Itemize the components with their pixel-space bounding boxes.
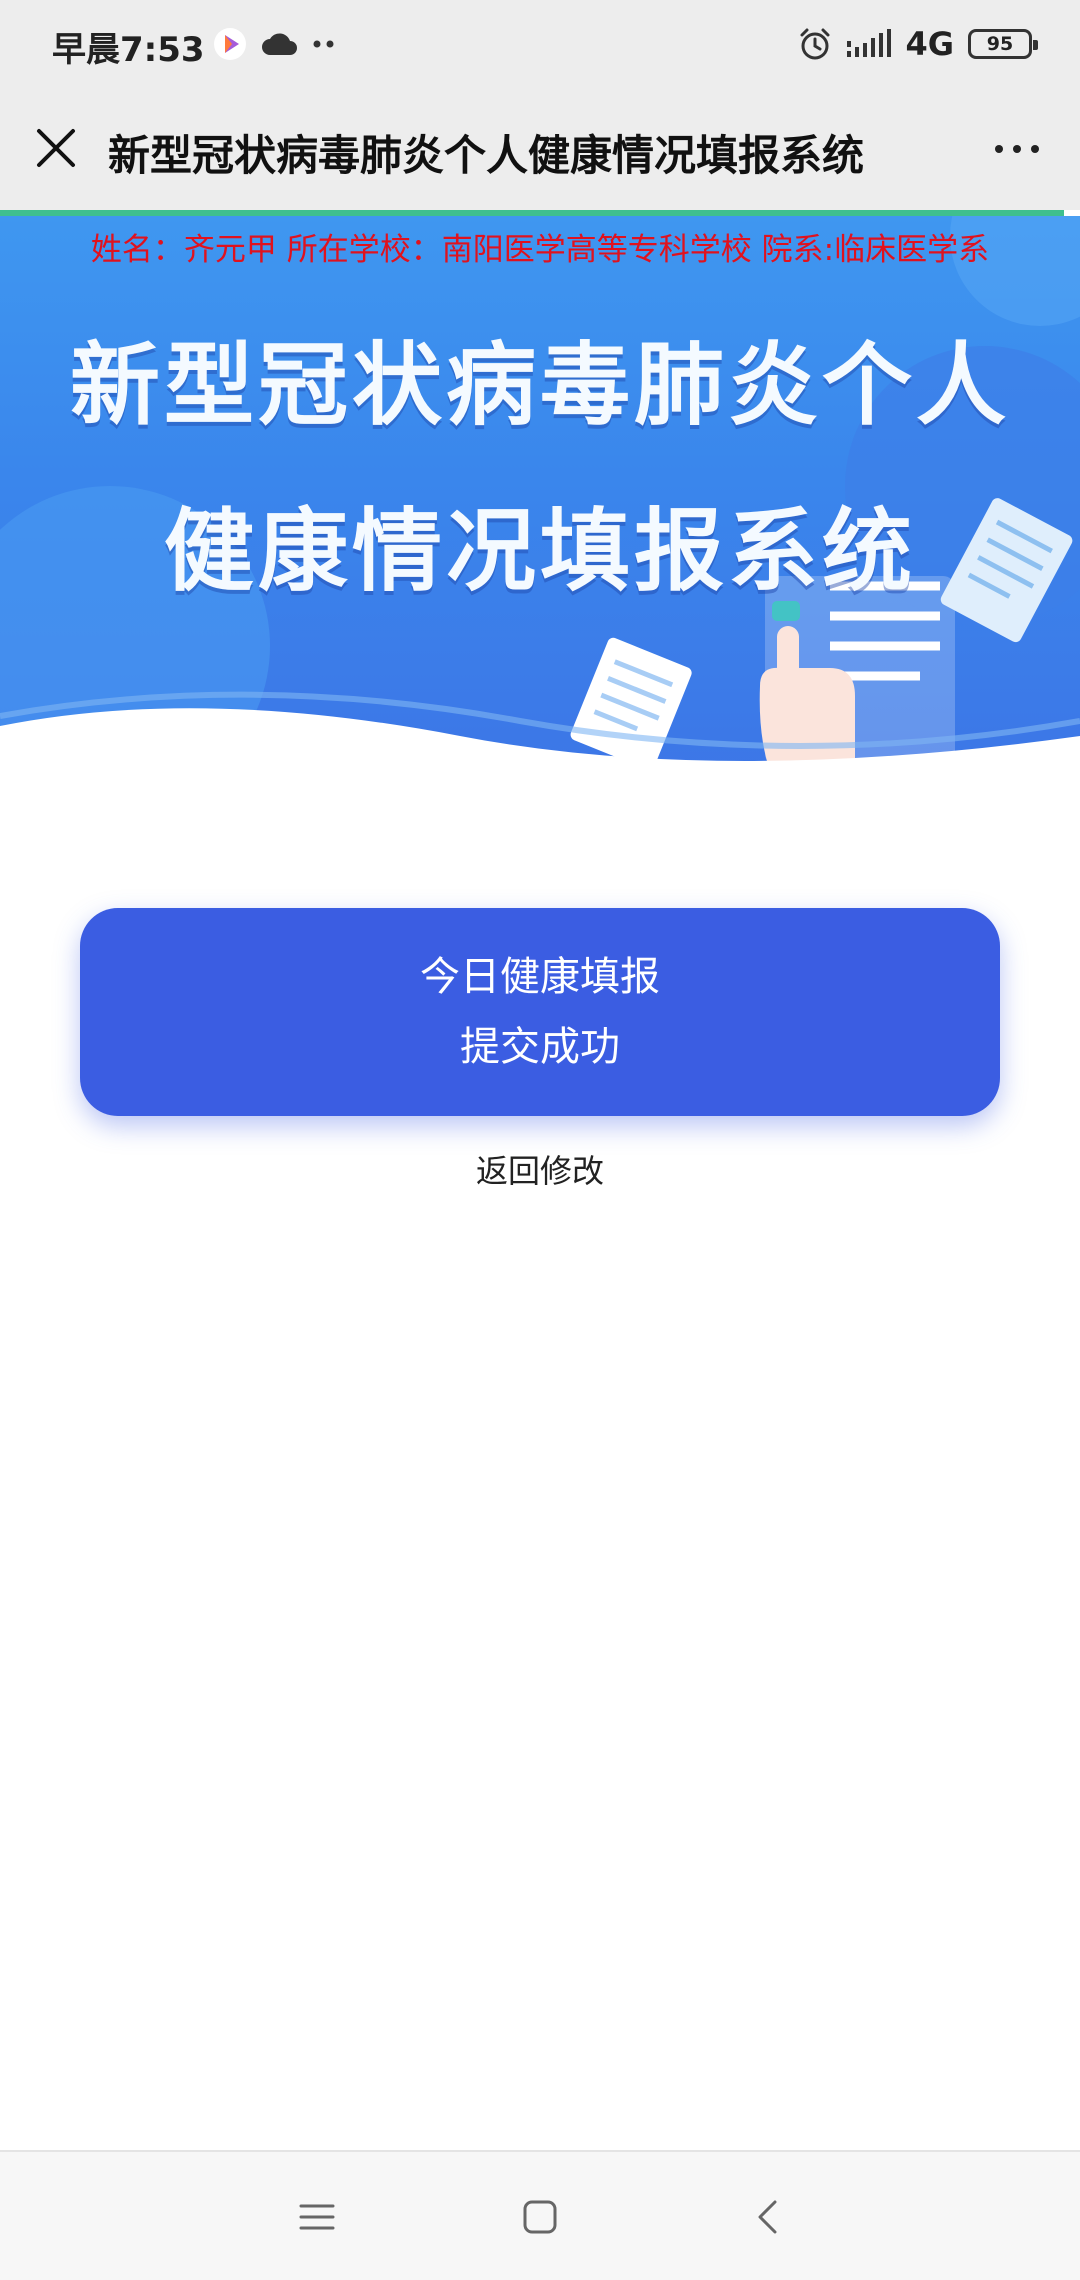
- battery-icon: 95: [968, 29, 1038, 59]
- back-icon: [758, 2200, 777, 2234]
- play-app-icon: [214, 28, 246, 60]
- banner-title-line1: 新型冠状病毒肺炎个人: [70, 333, 1010, 438]
- banner: 姓名：齐元甲 所在学校：南阳医学高等专科学校 院系:临床医学系 新型冠状病毒肺炎…: [0, 216, 1080, 796]
- page-title: 新型冠状病毒肺炎个人健康情况填报系统: [108, 131, 865, 180]
- document-icon: [570, 637, 692, 770]
- more-dot-icon: [1031, 145, 1039, 153]
- menu-button[interactable]: [282, 2182, 352, 2252]
- cloud-icon: [262, 33, 297, 55]
- student-info: 姓名：齐元甲 所在学校：南阳医学高等专科学校 院系:临床医学系: [90, 232, 990, 268]
- close-icon: [37, 129, 75, 167]
- success-line1: 今日健康填报: [420, 954, 660, 1000]
- close-button[interactable]: [26, 118, 86, 178]
- notification-icons: [212, 24, 336, 64]
- submit-success-card: 今日健康填报 提交成功: [80, 908, 1000, 1116]
- back-edit-link[interactable]: 返回修改: [0, 1146, 1080, 1192]
- menu-icon: [299, 2204, 335, 2230]
- system-nav-bar: [0, 2150, 1080, 2280]
- title-bar: 新型冠状病毒肺炎个人健康情况填报系统: [0, 88, 1080, 210]
- alarm-icon: [800, 28, 830, 60]
- status-bar: 早晨7:53 4G 95: [0, 0, 1080, 88]
- more-notifications-icon: [313, 40, 334, 48]
- back-button[interactable]: [732, 2182, 802, 2252]
- more-dot-icon: [1013, 145, 1021, 153]
- battery-level: 95: [986, 33, 1014, 55]
- home-icon: [523, 2200, 557, 2234]
- more-options-button[interactable]: [982, 122, 1052, 176]
- signal-icon: [847, 29, 892, 57]
- success-line2: 提交成功: [460, 1024, 620, 1070]
- home-button[interactable]: [505, 2182, 575, 2252]
- status-time: 早晨7:53: [52, 30, 205, 70]
- network-type: 4G: [905, 25, 954, 63]
- more-dot-icon: [995, 145, 1003, 153]
- system-icons: 4G 95: [797, 22, 1038, 66]
- banner-title-line2: 健康情况填报系统: [164, 499, 916, 604]
